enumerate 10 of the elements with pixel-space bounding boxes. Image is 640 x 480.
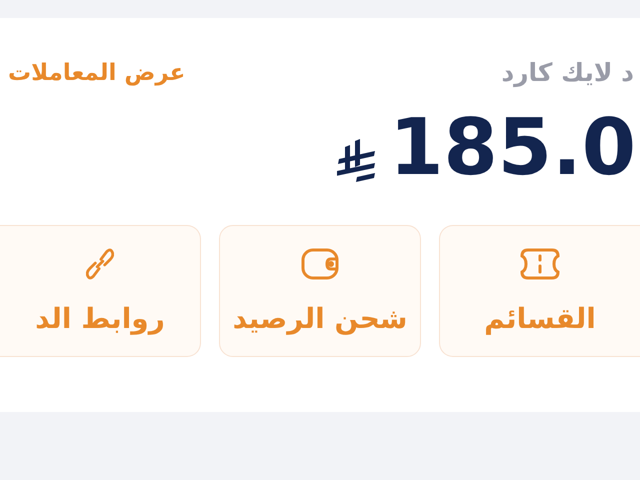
action-tile[interactable]: شحن الرصيد bbox=[219, 225, 421, 357]
currency-icon bbox=[337, 139, 378, 183]
balance-amount: 185.0 bbox=[389, 109, 636, 187]
link-icon bbox=[86, 248, 114, 280]
action-tile[interactable]: روابط الد bbox=[0, 225, 201, 357]
wallet-icon bbox=[301, 248, 339, 280]
ticket-icon bbox=[520, 248, 560, 280]
view-transactions-link[interactable]: عرض المعاملات bbox=[8, 60, 186, 86]
action-tile[interactable]: القسائم bbox=[439, 225, 640, 357]
card-title: د لايك كارد bbox=[501, 58, 634, 87]
